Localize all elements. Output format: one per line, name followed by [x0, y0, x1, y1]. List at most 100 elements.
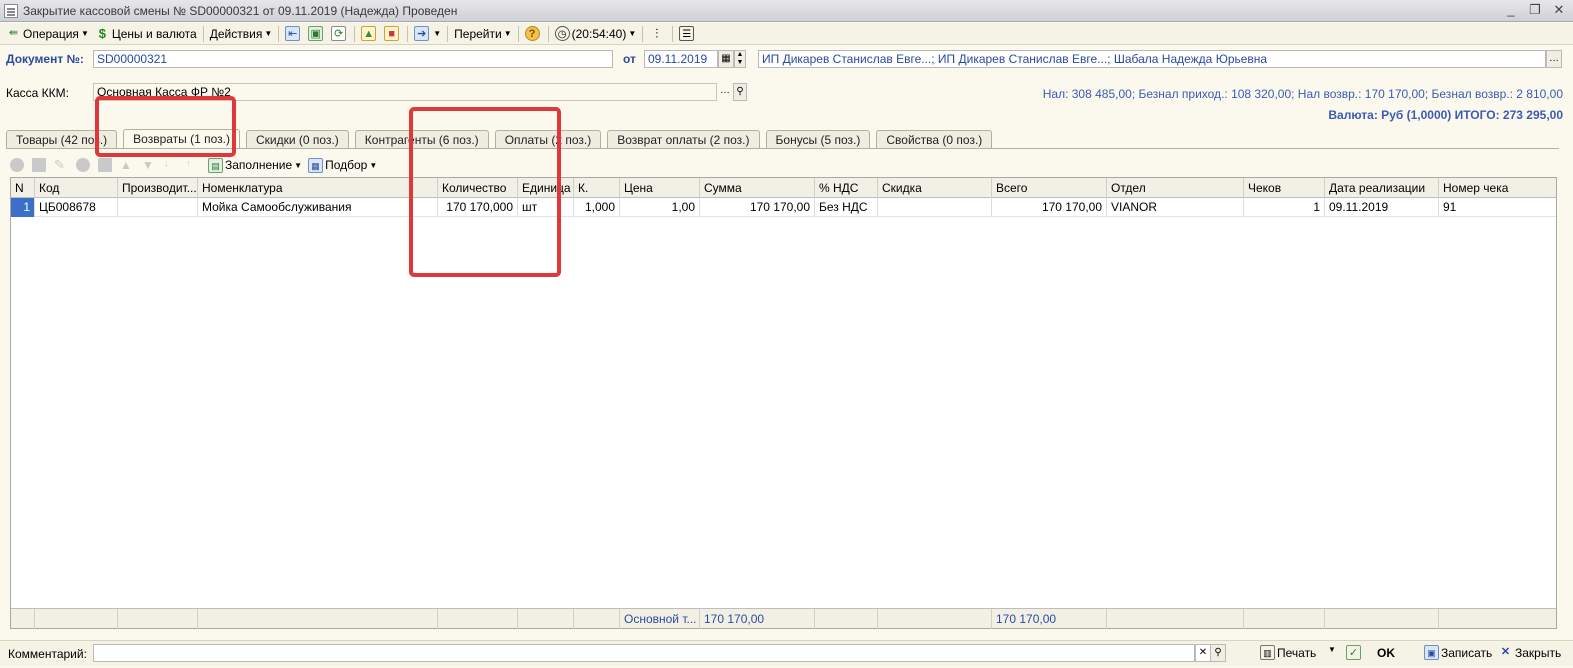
- cell-nomenclature[interactable]: Мойка Самообслуживания: [198, 198, 438, 217]
- document-number-field[interactable]: SD00000321: [93, 50, 613, 68]
- col-code[interactable]: Код: [35, 178, 118, 198]
- list-icon: ☰: [679, 26, 695, 41]
- cell-total[interactable]: 170 170,00: [992, 198, 1107, 217]
- select-button[interactable]: ▦ Подбор ▼: [305, 155, 380, 175]
- clear-comment-icon[interactable]: ✕: [1195, 644, 1211, 662]
- totals-summary: Нал: 308 485,00; Безнал приход.: 108 320…: [1042, 87, 1563, 101]
- kkm-label: Касса ККМ:: [6, 86, 69, 100]
- list-button[interactable]: ☰: [676, 24, 699, 44]
- cell-department[interactable]: VIANOR: [1107, 198, 1244, 217]
- restore-icon[interactable]: ❐: [1527, 2, 1543, 18]
- movements-button[interactable]: ▲: [358, 24, 381, 44]
- responsible-select-button[interactable]: …: [1546, 50, 1562, 68]
- actions-button[interactable]: Действия ▼: [207, 24, 276, 44]
- window-title: Закрытие кассовой смены № SD00000321 от …: [23, 3, 458, 18]
- date-field[interactable]: 09.11.2019: [644, 50, 718, 68]
- cell-k[interactable]: 1,000: [574, 198, 620, 217]
- fill-icon: ▤: [208, 157, 223, 173]
- fill-button[interactable]: ▤ Заполнение ▼: [208, 155, 305, 175]
- dollar-icon: $: [98, 26, 106, 41]
- post-button[interactable]: ⇤: [282, 24, 305, 44]
- time-button[interactable]: ◷ (20:54:40) ▼: [552, 24, 640, 44]
- report-button[interactable]: ■: [381, 24, 404, 44]
- footer-total: 170 170,00: [992, 609, 1107, 629]
- col-total[interactable]: Всего: [992, 178, 1107, 198]
- returns-table: N Код Производит... Номенклатура Количес…: [10, 177, 1557, 629]
- print-button[interactable]: ▥ Печать: [1260, 645, 1316, 660]
- hierarchy-button[interactable]: ⫶: [646, 24, 669, 44]
- delete-row-icon[interactable]: [76, 158, 90, 172]
- col-discount[interactable]: Скидка: [878, 178, 992, 198]
- col-manufacturer[interactable]: Производит...: [118, 178, 198, 198]
- tab-properties[interactable]: Свойства (0 поз.): [876, 130, 993, 149]
- cell-code[interactable]: ЦБ008678: [35, 198, 118, 217]
- structure-button[interactable]: ▣: [305, 24, 328, 44]
- sort-desc-icon[interactable]: ↑: [186, 158, 200, 172]
- copy-button[interactable]: ⟳: [328, 24, 351, 44]
- cell-n[interactable]: 1: [11, 198, 35, 217]
- copy-row-icon[interactable]: [32, 158, 46, 172]
- sort-asc-icon[interactable]: ↓: [164, 158, 178, 172]
- cell-manufacturer[interactable]: [118, 198, 198, 217]
- totals-currency: Валюта: Руб (1,0000) ИТОГО: 273 295,00: [1328, 108, 1563, 122]
- move-down-icon[interactable]: ▼: [142, 158, 156, 172]
- close-icon[interactable]: ✕: [1551, 2, 1567, 18]
- print-dropdown[interactable]: ▼: [1326, 645, 1336, 654]
- help-button[interactable]: ?: [522, 24, 545, 44]
- operation-button[interactable]: ⇚ Операция ▼: [3, 24, 92, 44]
- col-sale-date[interactable]: Дата реализации: [1325, 178, 1439, 198]
- col-checks[interactable]: Чеков: [1244, 178, 1325, 198]
- document-icon: [4, 3, 18, 18]
- printer-icon: ▥: [1260, 645, 1275, 660]
- go-to-button[interactable]: Перейти ▼: [451, 24, 514, 44]
- calendar-icon[interactable]: ▦: [718, 50, 734, 68]
- kkm-search-icon[interactable]: ⚲: [733, 83, 747, 101]
- table-footer: Основной т... 170 170,00 170 170,00: [11, 608, 1556, 629]
- col-price[interactable]: Цена: [620, 178, 700, 198]
- tab-discounts[interactable]: Скидки (0 поз.): [246, 130, 349, 149]
- cell-discount[interactable]: [878, 198, 992, 217]
- check-icon: ✓: [1346, 645, 1361, 660]
- based-on-icon: ➔: [414, 26, 430, 41]
- help-icon: ?: [524, 26, 540, 41]
- add-row-icon[interactable]: [10, 158, 24, 172]
- minimize-icon[interactable]: _: [1503, 2, 1519, 18]
- based-on-button[interactable]: ➔ ▼: [411, 24, 444, 44]
- col-sum[interactable]: Сумма: [700, 178, 815, 198]
- comment-search-icon[interactable]: ⚲: [1210, 644, 1226, 662]
- tab-payment-returns[interactable]: Возврат оплаты (2 поз.): [607, 130, 760, 149]
- movements-icon: ▲: [361, 26, 377, 41]
- document-number-label: Документ №:: [6, 52, 84, 66]
- save-icon: ▣: [1424, 645, 1439, 660]
- col-n[interactable]: N: [11, 178, 35, 198]
- end-edit-icon[interactable]: [98, 158, 112, 172]
- comment-field[interactable]: [93, 644, 1195, 662]
- edit-row-icon[interactable]: ✎: [54, 158, 68, 172]
- select-icon: ▦: [308, 157, 324, 173]
- close-button[interactable]: ✕ Закрыть: [1498, 645, 1561, 660]
- kkm-select-button[interactable]: …: [717, 83, 733, 101]
- col-department[interactable]: Отдел: [1107, 178, 1244, 198]
- cell-vat[interactable]: Без НДС: [815, 198, 878, 217]
- save-button[interactable]: ▣ Записать: [1424, 645, 1492, 660]
- ok-button[interactable]: ✓ OK: [1346, 645, 1395, 660]
- cell-sale-date[interactable]: 09.11.2019: [1325, 198, 1439, 217]
- tab-bonuses[interactable]: Бонусы (5 поз.): [765, 130, 871, 149]
- highlight-returns-tab: [95, 96, 236, 157]
- cell-sum[interactable]: 170 170,00: [700, 198, 815, 217]
- cell-check-number[interactable]: 91: [1439, 198, 1556, 217]
- prices-currency-button[interactable]: $ Цены и валюта: [92, 24, 200, 44]
- cell-checks[interactable]: 1: [1244, 198, 1325, 217]
- cell-price[interactable]: 1,00: [620, 198, 700, 217]
- col-vat[interactable]: % НДС: [815, 178, 878, 198]
- close-x-icon: ✕: [1500, 646, 1511, 658]
- move-up-icon[interactable]: ▲: [120, 158, 134, 172]
- date-spinner[interactable]: ▲ ▼: [734, 50, 746, 68]
- post-icon: ⇤: [285, 26, 301, 41]
- hierarchy-icon: ⫶: [655, 26, 659, 41]
- col-k[interactable]: К.: [574, 178, 620, 198]
- table-row[interactable]: 1 ЦБ008678 Мойка Самообслуживания 170 17…: [11, 198, 1556, 217]
- col-check-number[interactable]: Номер чека: [1439, 178, 1556, 198]
- responsible-field[interactable]: ИП Дикарев Станислав Евге...; ИП Дикарев…: [758, 50, 1546, 68]
- col-nomenclature[interactable]: Номенклатура: [198, 178, 438, 198]
